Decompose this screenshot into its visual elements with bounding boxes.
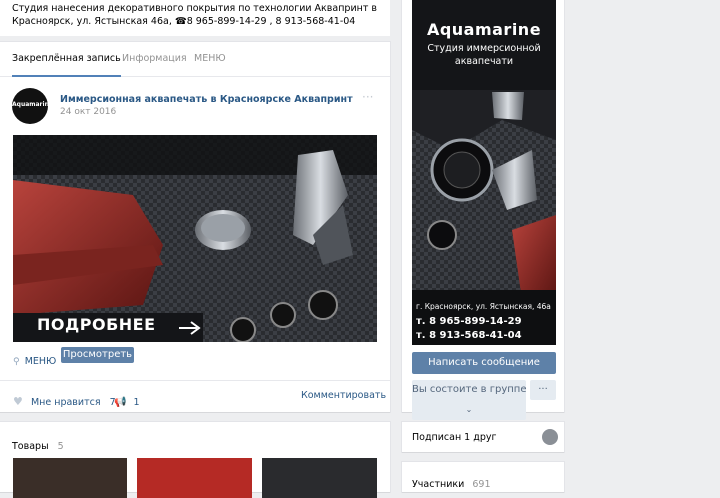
post-actions: ♥ Мне нравится 7 📢 1 Комментировать xyxy=(0,380,390,413)
heart-icon: ♥ xyxy=(13,395,23,408)
image-overlay-text: ПОДРОБНЕЕ xyxy=(37,315,156,334)
chevron-down-icon: ⌄ xyxy=(465,405,473,414)
share-button[interactable]: 📢 1 xyxy=(114,390,140,408)
view-button[interactable]: Просмотреть xyxy=(61,347,134,363)
post-avatar[interactable]: Aquamarine xyxy=(12,88,48,124)
megaphone-icon: 📢 xyxy=(114,397,127,408)
cover-brand: Aquamarine xyxy=(426,20,542,39)
menu-link-label: МЕНЮ xyxy=(24,356,57,367)
post-author[interactable]: Иммерсионная аквапечать в Красноярске Ак… xyxy=(60,94,353,105)
members-card[interactable]: Участники 691 xyxy=(402,462,564,492)
member-status-button[interactable]: Вы состоите в группе ⌄ xyxy=(412,380,526,420)
goods-title: Товары xyxy=(12,441,49,452)
group-description-line1: Студия нанесения декоративного покрытия … xyxy=(12,3,377,14)
arrow-right-icon xyxy=(179,321,201,335)
avatar-brand: Aquamarine xyxy=(12,101,48,108)
cover-image[interactable]: Aquamarine Студия иммерсионной аквапечат… xyxy=(412,0,556,345)
goods-count: 5 xyxy=(57,441,64,452)
members-count: 691 xyxy=(472,479,491,490)
group-description-line2: Красноярск, ул. Ястынская 46а, ☎8 965-89… xyxy=(12,16,356,27)
friends-card[interactable]: Подписан 1 друг xyxy=(402,422,564,452)
post-date[interactable]: 24 окт 2016 xyxy=(60,107,116,117)
share-count: 1 xyxy=(133,397,140,408)
wall-card: Закреплённая запись Информация МЕНЮ Aqua… xyxy=(0,42,390,412)
more-actions-button[interactable]: ··· xyxy=(530,380,556,400)
post-image[interactable]: ПОДРОБНЕЕ xyxy=(13,135,377,342)
members-label: Участники xyxy=(412,479,465,490)
cover-address: г. Красноярск, ул. Ястынская, 46а xyxy=(416,302,551,311)
goods-item[interactable] xyxy=(13,458,127,498)
goods-item[interactable] xyxy=(137,458,252,498)
car-interior-photo xyxy=(13,135,377,342)
tab-pinned-post[interactable]: Закреплённая запись xyxy=(12,42,121,77)
cover-line2: аквапечати xyxy=(454,56,514,67)
like-label: Мне нравится xyxy=(30,397,101,408)
tab-menu-label: МЕНЮ xyxy=(194,53,226,64)
send-message-button[interactable]: Написать сообщение xyxy=(412,352,556,374)
menu-link[interactable]: ⚲ МЕНЮ xyxy=(13,349,56,367)
tab-menu[interactable]: МЕНЮ xyxy=(194,42,226,75)
friends-label: Подписан 1 друг xyxy=(412,432,497,443)
member-status-label: Вы состоите в группе xyxy=(412,384,527,395)
goods-card: Товары 5 xyxy=(0,422,390,498)
tab-info-label: Информация xyxy=(122,53,187,64)
cover-line1: Студия иммерсионной xyxy=(427,43,541,54)
friend-avatar[interactable] xyxy=(542,429,558,445)
post-more-button[interactable]: ··· xyxy=(362,90,373,104)
members-header: Участники 691 xyxy=(412,472,491,491)
comment-button[interactable]: Комментировать xyxy=(301,390,386,401)
cover-card: Aquamarine Студия иммерсионной аквапечат… xyxy=(402,0,564,420)
cover-phone1: т. 8 965-899-14-29 xyxy=(416,316,522,327)
goods-header[interactable]: Товары 5 xyxy=(12,434,64,453)
goods-item[interactable] xyxy=(262,458,377,498)
group-header: Студия нанесения декоративного покрытия … xyxy=(0,0,390,36)
wall-tabs: Закреплённая запись Информация МЕНЮ xyxy=(0,42,390,77)
like-button[interactable]: ♥ Мне нравится 7 xyxy=(13,390,116,408)
cover-phone2: т. 8 913-568-41-04 xyxy=(416,330,522,341)
tab-pinned-label: Закреплённая запись xyxy=(12,53,121,64)
link-icon: ⚲ xyxy=(13,357,20,367)
tab-info[interactable]: Информация xyxy=(122,42,187,75)
